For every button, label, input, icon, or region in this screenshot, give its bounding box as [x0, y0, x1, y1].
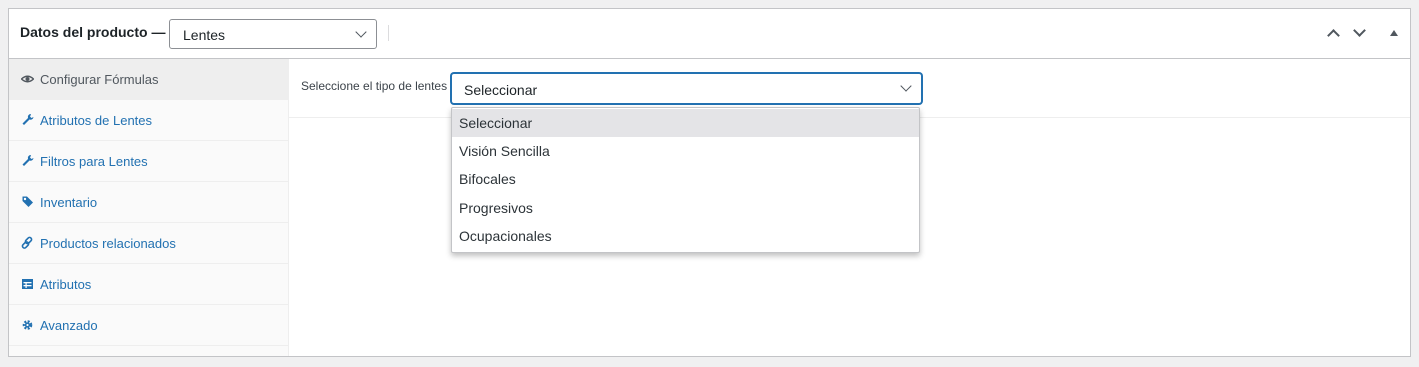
tab-label: Configurar Fórmulas — [40, 72, 159, 87]
chevron-down-icon — [1353, 24, 1366, 37]
tab-filtros-para-lentes[interactable]: Filtros para Lentes — [9, 141, 288, 182]
tag-icon — [20, 195, 34, 209]
product-type-value: Lentes — [183, 27, 226, 43]
chevron-down-icon — [355, 26, 367, 38]
chevron-down-icon — [900, 80, 912, 92]
move-up-button[interactable] — [1324, 23, 1344, 43]
wrench-icon — [20, 113, 34, 127]
option-label: Ocupacionales — [459, 228, 552, 244]
lens-type-value: Seleccionar — [464, 82, 538, 98]
tab-label: Filtros para Lentes — [40, 154, 148, 169]
lens-type-dropdown: Seleccionar Visión Sencilla Bifocales Pr… — [451, 107, 920, 253]
tab-configurar-formulas[interactable]: Configurar Fórmulas — [9, 59, 288, 100]
chevron-up-icon — [1327, 29, 1340, 42]
option-ocupacionales[interactable]: Ocupacionales — [452, 222, 919, 250]
tab-atributos-de-lentes[interactable]: Atributos de Lentes — [9, 100, 288, 141]
tab-productos-relacionados[interactable]: Productos relacionados — [9, 223, 288, 264]
option-label: Progresivos — [459, 200, 533, 216]
tab-label: Productos relacionados — [40, 236, 176, 251]
lens-type-select[interactable]: Seleccionar — [451, 73, 922, 104]
product-data-tabs: Configurar Fórmulas Atributos de Lentes … — [9, 59, 289, 356]
toggle-panel-button[interactable] — [1384, 23, 1404, 43]
option-vision-sencilla[interactable]: Visión Sencilla — [452, 137, 919, 165]
move-down-button[interactable] — [1350, 23, 1370, 43]
tab-atributos[interactable]: Atributos — [9, 264, 288, 305]
triangle-up-icon — [1390, 30, 1398, 36]
product-data-title: Datos del producto — — [20, 24, 166, 40]
option-progresivos[interactable]: Progresivos — [452, 194, 919, 222]
tab-label: Atributos — [40, 277, 92, 292]
tab-label: Atributos de Lentes — [40, 113, 153, 128]
option-seleccionar[interactable]: Seleccionar — [452, 109, 919, 137]
option-label: Bifocales — [459, 171, 516, 187]
option-label: Visión Sencilla — [459, 143, 550, 159]
product-type-select[interactable]: Lentes — [169, 19, 377, 49]
tab-label: Inventario — [40, 195, 98, 210]
option-bifocales[interactable]: Bifocales — [452, 165, 919, 193]
tab-avanzado[interactable]: Avanzado — [9, 305, 288, 346]
link-icon — [20, 236, 34, 250]
option-label: Seleccionar — [459, 115, 533, 131]
product-data-header: Datos del producto — Lentes — [9, 9, 1410, 59]
header-divider — [388, 25, 389, 41]
lens-type-label: Seleccione el tipo de lentes — [301, 79, 448, 93]
gear-icon — [20, 318, 34, 332]
wrench-icon — [20, 154, 34, 168]
tab-inventario[interactable]: Inventario — [9, 182, 288, 223]
eye-icon — [19, 72, 35, 86]
tab-label: Avanzado — [40, 318, 98, 333]
table-icon — [20, 277, 34, 291]
